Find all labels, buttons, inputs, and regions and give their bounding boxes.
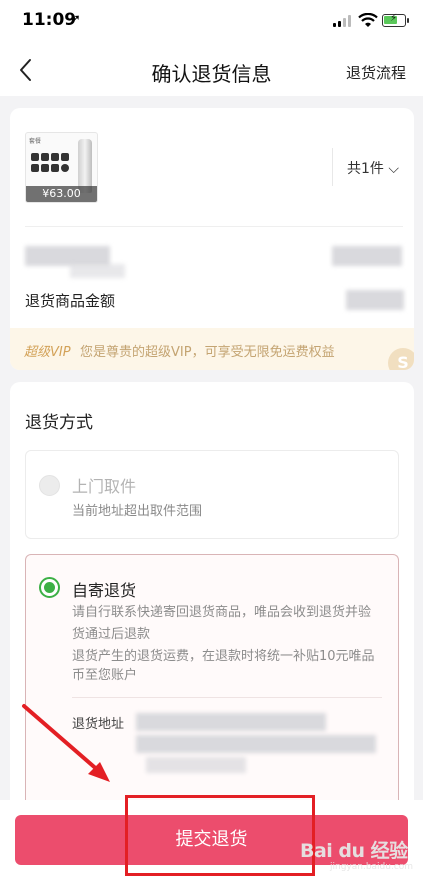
product-price: ¥63.00 xyxy=(26,186,97,202)
redacted-value xyxy=(332,246,402,266)
radio-unselected-icon[interactable] xyxy=(39,475,60,496)
product-thumbnail[interactable]: 套餐 ¥63.00 xyxy=(25,132,98,203)
option-title: 自寄退货 xyxy=(72,581,137,600)
status-time: 11:09 xyxy=(22,10,77,30)
redacted-text xyxy=(25,246,110,266)
divider xyxy=(332,148,333,186)
vip-banner: 超级VIP 您是尊贵的超级VIP，可享受无限免运费权益 S xyxy=(10,328,414,370)
baidu-watermark: Bai du 经验 jingyan.baidu.com xyxy=(300,828,418,876)
vip-benefit-text: 您是尊贵的超级VIP，可享受无限免运费权益 xyxy=(80,345,335,360)
option-description: 退货产生的退货运费，在退款时将统一补贴10元唯品 xyxy=(72,649,375,664)
vip-tag: 超级VIP xyxy=(24,345,71,360)
watermark-subtext: jingyan.baidu.com xyxy=(330,862,414,872)
divider xyxy=(72,697,382,698)
nav-bar: 确认退货信息 退货流程 xyxy=(0,44,423,96)
location-arrow-icon: ➚ xyxy=(70,12,81,27)
option-description: 币至您账户 xyxy=(72,668,138,683)
option-description: 货通过后退款 xyxy=(72,627,151,642)
annotation-highlight-box xyxy=(125,795,315,876)
redacted-value xyxy=(346,290,404,310)
quantity-selector[interactable]: 共1件 ⌵ xyxy=(347,158,399,178)
option-title: 上门取件 xyxy=(72,477,137,496)
option-home-pickup[interactable]: 上门取件 当前地址超出取件范围 xyxy=(25,450,399,539)
product-image xyxy=(31,153,79,175)
watermark-text: Bai du 经验 xyxy=(300,840,408,862)
wifi-icon xyxy=(358,13,378,27)
vip-badge-icon: S xyxy=(388,348,414,370)
option-description: 请自行联系快递寄回退货商品，唯品会收到退货并验 xyxy=(72,605,372,620)
annotation-arrow-icon xyxy=(22,704,110,782)
redacted-address xyxy=(136,713,326,731)
return-amount-label: 退货商品金额 xyxy=(25,292,116,310)
thumbnail-tag: 套餐 xyxy=(29,138,42,145)
cellular-signal-icon xyxy=(333,15,353,27)
redacted-address xyxy=(136,735,376,753)
option-subtitle: 当前地址超出取件范围 xyxy=(72,504,203,519)
section-title: 退货方式 xyxy=(25,413,93,433)
redacted-text xyxy=(70,264,125,278)
return-process-link[interactable]: 退货流程 xyxy=(346,62,406,83)
product-card: 套餐 ¥63.00 共1件 ⌵ 退货商品金额 超级VIP 您是尊贵的超级VIP，… xyxy=(10,108,414,370)
battery-icon: ⚡ xyxy=(382,13,409,27)
divider xyxy=(25,226,403,227)
radio-selected-icon[interactable] xyxy=(39,577,60,598)
product-bottle-image xyxy=(78,139,92,193)
redacted-address xyxy=(146,757,246,773)
status-bar: 11:09 ➚ ⚡ xyxy=(0,0,423,44)
